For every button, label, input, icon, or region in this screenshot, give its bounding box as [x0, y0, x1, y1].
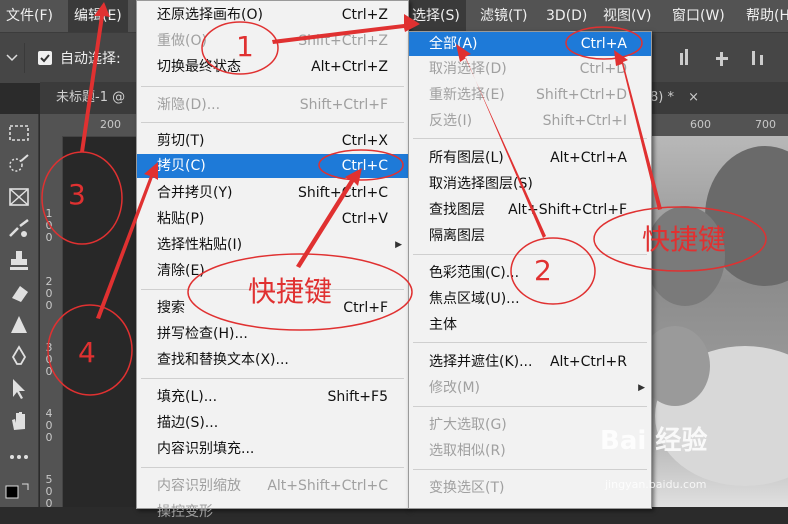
annotation-shortcut-label-2: 快捷键: [642, 223, 727, 256]
watermark-logo: Bai 经验: [600, 426, 708, 456]
annotation-number-1: 1: [236, 30, 254, 63]
annotation-arrow-2: [456, 44, 546, 238]
annotation-arrow-shortcut-1: [296, 168, 362, 268]
annotation-arrow-1: [272, 14, 420, 44]
watermark-url: jingyan.baidu.com: [605, 478, 707, 491]
annotation-number-3: 3: [68, 178, 86, 211]
annotation-circle-ctrl-c: [318, 149, 404, 181]
annotation-shortcut-label-1: 快捷键: [248, 275, 333, 308]
annotation-number-2: 2: [534, 254, 552, 287]
annotation-circle-2: [510, 237, 596, 305]
annotation-arrow-shortcut-2: [614, 50, 662, 210]
annotation-circle-ctrl-a: [565, 26, 643, 60]
annotation-arrow-4: [96, 162, 158, 319]
annotation-number-4: 4: [78, 336, 96, 369]
annotation-arrow-3: [80, 2, 110, 152]
